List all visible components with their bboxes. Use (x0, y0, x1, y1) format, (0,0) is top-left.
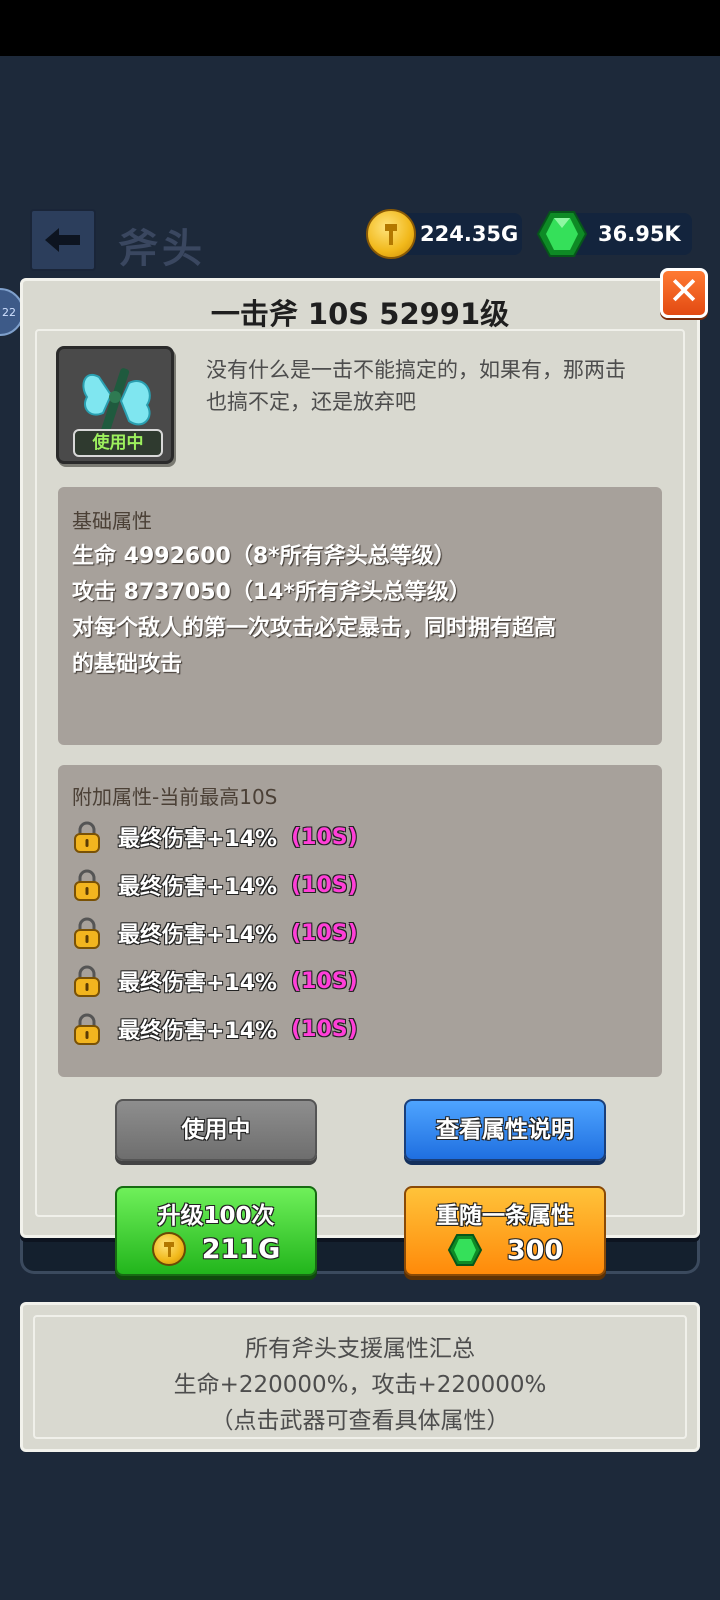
gem-value: 36.95K (598, 222, 681, 246)
back-button[interactable] (30, 209, 96, 271)
summary-title: 所有斧头支援属性汇总 (245, 1336, 475, 1362)
gem-icon (447, 1234, 482, 1266)
support-summary-panel[interactable]: 所有斧头支援属性汇总 生命+220000%，攻击+220000% （点击武器可查… (20, 1302, 700, 1452)
close-button[interactable]: ✕ (660, 268, 708, 318)
extra-attr-tier: (10S) (291, 920, 358, 946)
extra-attr-text: 最终伤害+14% (118, 971, 278, 996)
gem-icon (536, 211, 588, 257)
extra-attr-row[interactable]: 最终伤害+14% (10S) (72, 1009, 358, 1049)
summary-stats: 生命+220000%，攻击+220000% (173, 1372, 547, 1398)
extra-attr-row[interactable]: 最终伤害+14% (10S) (72, 913, 358, 953)
page-title: 斧头 (118, 226, 206, 272)
gold-value: 224.35G (420, 222, 519, 246)
extra-attributes-title: 附加属性-当前最高10S (72, 785, 278, 809)
dialog-title: 一击斧 10S 52991级 (210, 297, 510, 331)
extra-attr-row[interactable]: 最终伤害+14% (10S) (72, 865, 358, 905)
lock-icon[interactable] (72, 820, 102, 854)
lock-icon[interactable] (72, 916, 102, 950)
extra-attr-text: 最终伤害+14% (118, 1019, 278, 1044)
extra-attr-text: 最终伤害+14% (118, 827, 278, 852)
arrow-left-icon (45, 228, 80, 252)
base-attr-attack: 攻击 8737050（14*所有斧头总等级） (72, 580, 471, 605)
reroll-cost: 300 (506, 1234, 564, 1266)
in-use-tag: 使用中 (73, 429, 163, 457)
upgrade-100-button[interactable]: 升级100次 211G (115, 1186, 317, 1276)
extra-attr-text: 最终伤害+14% (118, 923, 278, 948)
extra-attr-row[interactable]: 最终伤害+14% (10S) (72, 817, 358, 857)
base-attributes-panel: 基础属性 生命 4992600（8*所有斧头总等级） 攻击 8737050（14… (58, 487, 662, 745)
gold-coin-icon (151, 1232, 186, 1266)
extra-attr-tier: (10S) (291, 1016, 358, 1042)
extra-attr-text: 最终伤害+14% (118, 875, 278, 900)
extra-attr-tier: (10S) (291, 824, 358, 850)
extra-attr-tier: (10S) (291, 968, 358, 994)
reroll-attribute-button[interactable]: 重随一条属性 300 (404, 1186, 606, 1276)
close-icon: ✕ (668, 269, 700, 313)
extra-attr-row[interactable]: 最终伤害+14% (10S) (72, 961, 358, 1001)
view-attributes-button[interactable]: 查看属性说明 (404, 1099, 606, 1161)
summary-hint: （点击武器可查看具体属性） (210, 1408, 510, 1434)
upgrade-cost: 211G (201, 1233, 281, 1265)
base-attributes-title: 基础属性 (72, 509, 152, 533)
extra-attr-tier: (10S) (291, 872, 358, 898)
weapon-description: 没有什么是一击不能搞定的，如果有，那两击也搞不定，还是放弃吧 (206, 358, 626, 414)
base-attr-effect: 对每个敌人的第一次攻击必定暴击，同时拥有超高 (72, 616, 557, 641)
lock-icon[interactable] (72, 868, 102, 902)
status-bar (0, 0, 720, 56)
gold-coin-icon (366, 209, 416, 259)
reroll-label: 重随一条属性 (436, 1203, 574, 1229)
in-use-button[interactable]: 使用中 (115, 1099, 317, 1161)
base-attr-hp: 生命 4992600（8*所有斧头总等级） (72, 544, 456, 569)
upgrade-label: 升级100次 (157, 1203, 275, 1229)
base-attr-effect-cont: 的基础攻击 (72, 652, 183, 677)
lock-icon[interactable] (72, 964, 102, 998)
extra-attributes-panel: 附加属性-当前最高10S 最终伤害+14% (10S) 最终伤害+14% (10… (58, 765, 662, 1077)
lock-icon[interactable] (72, 1012, 102, 1046)
weapon-icon-slot[interactable]: 使用中 (56, 346, 174, 464)
